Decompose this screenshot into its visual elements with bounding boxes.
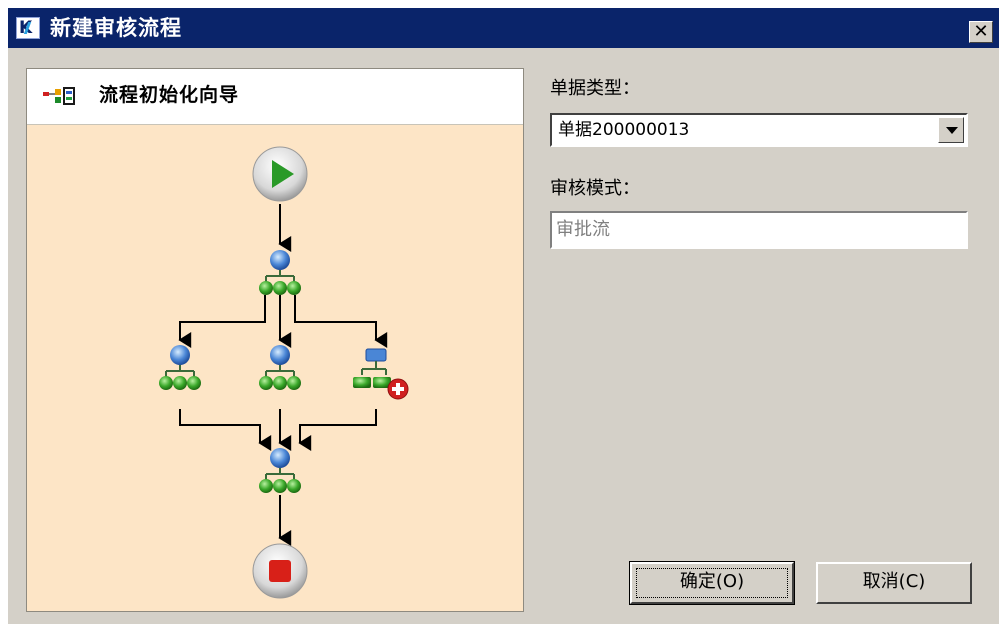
approval-node-icon	[259, 345, 301, 390]
doc-type-value: 单据200000013	[558, 120, 690, 140]
approval-node-icon	[259, 250, 301, 295]
audit-mode-label: 审核模式：	[550, 178, 640, 199]
approval-node-icon	[259, 448, 301, 493]
cancel-button[interactable]: 取消(C)	[816, 562, 972, 604]
start-node-icon	[252, 146, 308, 202]
k3-logo-icon: K	[16, 17, 40, 39]
close-button[interactable]: ✕	[969, 21, 993, 43]
doc-type-select[interactable]: 单据200000013	[550, 113, 968, 147]
wizard-header: 流程初始化向导	[27, 69, 523, 125]
cancel-button-label: 取消(C)	[862, 571, 926, 592]
close-icon: ✕	[973, 21, 989, 42]
focus-rect	[636, 568, 788, 598]
approval-node-icon	[159, 345, 201, 390]
flow-chart-icon	[43, 87, 75, 105]
chevron-down-icon[interactable]	[938, 117, 964, 143]
wizard-title: 流程初始化向导	[99, 84, 240, 106]
audit-mode-value: 审批流	[556, 219, 610, 240]
audit-mode-field: 审批流	[550, 211, 968, 249]
ok-button[interactable]: 确定(O)	[629, 561, 795, 605]
flow-diagram	[159, 146, 409, 599]
stop-node-icon	[252, 543, 308, 599]
window-title: 新建审核流程	[50, 16, 182, 40]
title-bar[interactable]: K 新建审核流程 ✕	[8, 8, 999, 48]
wizard-panel: 流程初始化向导	[26, 68, 524, 612]
dialog-window: K 新建审核流程 ✕ 流程初始化向导 单据类型： 单据200000013 审核模…	[8, 8, 999, 624]
add-org-node-icon	[353, 348, 409, 400]
doc-type-label: 单据类型：	[550, 78, 640, 99]
